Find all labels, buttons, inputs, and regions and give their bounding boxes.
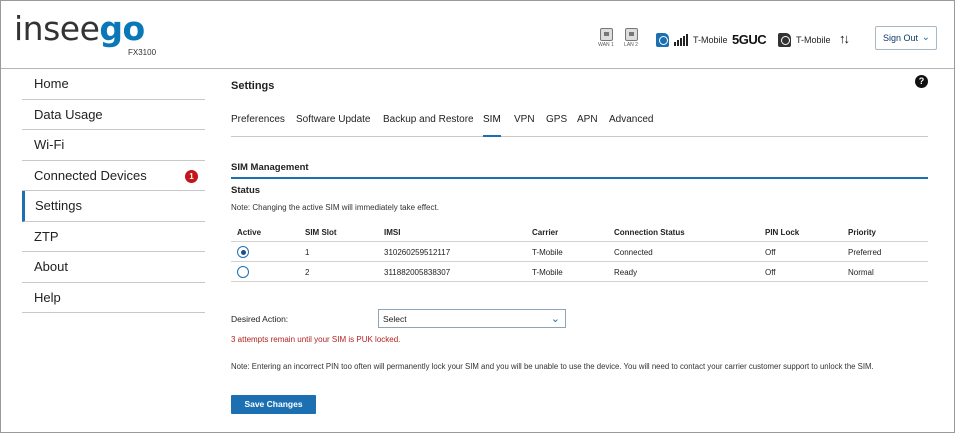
sim2-active-radio[interactable]	[237, 266, 249, 278]
notification-badge: 1	[185, 169, 198, 183]
sim-table: Active SIM Slot IMSI Carrier Connection …	[231, 222, 928, 282]
imsi-cell: 310260259512117	[384, 248, 451, 257]
top-header: inseego FX3100 WAN 1 LAN 2 T-Mobile 5GUC…	[1, 1, 954, 69]
section-title: SIM Management	[231, 162, 309, 173]
pin-lock-cell: Off	[765, 268, 776, 277]
sim1-icon	[656, 33, 669, 47]
tab-preferences[interactable]: Preferences	[231, 114, 285, 137]
priority-cell: Normal	[848, 268, 874, 277]
table-header-row: Active SIM Slot IMSI Carrier Connection …	[231, 222, 928, 242]
save-changes-button[interactable]: Save Changes	[231, 395, 316, 414]
column-header: Connection Status	[614, 228, 685, 237]
pin-lock-cell: Off	[765, 248, 776, 257]
column-header: Carrier	[532, 228, 559, 237]
section-divider	[231, 177, 928, 179]
desired-action-value: Select	[383, 314, 407, 324]
page-title: Settings	[231, 80, 275, 92]
sidebar-item-ztp[interactable]: ZTP	[22, 222, 205, 252]
sidebar-item-settings[interactable]: Settings	[22, 191, 205, 222]
inseego-logo: inseego	[14, 9, 145, 48]
help-icon[interactable]: ?	[915, 75, 928, 88]
column-header: Priority	[848, 228, 877, 237]
wan1-port-icon: WAN 1	[595, 28, 617, 48]
desired-action-label: Desired Action:	[231, 314, 289, 324]
pin-note: Note: Entering an incorrect PIN too ofte…	[231, 362, 874, 371]
table-row: 1 310260259512117 T-Mobile Connected Off…	[231, 242, 928, 262]
tab-apn[interactable]: APN	[577, 114, 598, 137]
carrier-cell: T-Mobile	[532, 268, 563, 277]
carrier-cell: T-Mobile	[532, 248, 563, 257]
tab-sim[interactable]: SIM	[483, 114, 501, 137]
sidebar-item-wifi[interactable]: Wi-Fi	[22, 130, 205, 161]
chevron-down-icon: ⌄	[550, 313, 560, 325]
network-tech-label: 5GUC	[732, 32, 767, 47]
data-transfer-icon: ↑↓	[839, 31, 850, 46]
sidebar-item-data-usage[interactable]: Data Usage	[22, 100, 205, 130]
desired-action-select[interactable]: Select ⌄	[378, 309, 566, 328]
sidebar-item-connected-devices[interactable]: Connected Devices 1	[22, 161, 205, 191]
tab-backup-restore[interactable]: Backup and Restore	[383, 114, 474, 137]
settings-tabs: Preferences Software Update Backup and R…	[231, 114, 928, 137]
carrier-primary: T-Mobile	[693, 35, 728, 45]
sidebar-item-about[interactable]: About	[22, 252, 205, 283]
tab-vpn[interactable]: VPN	[514, 114, 535, 137]
status-note: Note: Changing the active SIM will immed…	[231, 203, 439, 212]
tab-gps[interactable]: GPS	[546, 114, 567, 137]
sign-out-label: Sign Out	[883, 33, 919, 43]
connection-status-cell: Ready	[614, 268, 638, 277]
column-header: Active	[237, 228, 262, 237]
connection-status-cell: Connected	[614, 248, 653, 257]
column-header: IMSI	[384, 228, 401, 237]
column-header: SIM Slot	[305, 228, 337, 237]
tab-advanced[interactable]: Advanced	[609, 114, 653, 137]
carrier-secondary: T-Mobile	[796, 35, 831, 45]
imsi-cell: 311882005838307	[384, 268, 451, 277]
tab-software-update[interactable]: Software Update	[296, 114, 371, 137]
sim-slot-cell: 1	[305, 248, 310, 257]
sidebar-item-help[interactable]: Help	[22, 283, 205, 313]
priority-cell: Preferred	[848, 248, 882, 257]
chevron-down-icon: ⌄	[921, 32, 930, 43]
table-row: 2 311882005838307 T-Mobile Ready Off Nor…	[231, 262, 928, 282]
lan2-port-icon: LAN 2	[620, 28, 642, 48]
model-label: FX3100	[128, 48, 157, 57]
sim2-icon	[778, 33, 791, 47]
sign-out-button[interactable]: Sign Out ⌄	[875, 26, 937, 50]
sidebar-nav: Home Data Usage Wi-Fi Connected Devices …	[22, 69, 205, 313]
signal-bars-icon	[674, 33, 688, 46]
sim-slot-cell: 2	[305, 268, 310, 277]
sim1-active-radio[interactable]	[237, 246, 249, 258]
sidebar-item-home[interactable]: Home	[22, 69, 205, 100]
puk-warning: 3 attempts remain until your SIM is PUK …	[231, 335, 401, 344]
status-title: Status	[231, 185, 261, 196]
column-header: PIN Lock	[765, 228, 800, 237]
